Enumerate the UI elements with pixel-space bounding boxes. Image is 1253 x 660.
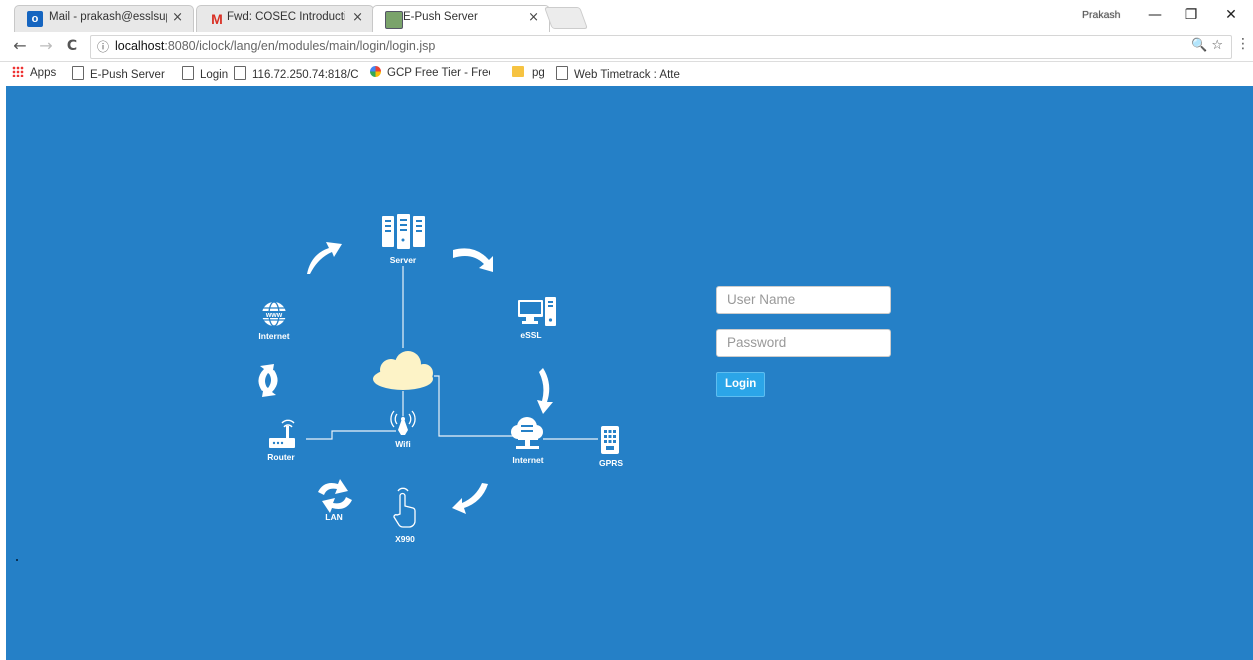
tab-title: Mail - prakash@esslsupp xyxy=(49,11,167,23)
bookmark-apps[interactable]: Apps xyxy=(12,66,56,79)
new-tab-button[interactable] xyxy=(543,7,589,29)
page-icon xyxy=(234,66,246,80)
keypad-icon xyxy=(601,426,619,454)
apps-grid-icon xyxy=(12,66,24,77)
internet-cloud-icon xyxy=(511,417,543,449)
lan-label: LAN xyxy=(325,512,342,522)
tab-close-icon[interactable]: × xyxy=(172,10,183,25)
forward-arrow-icon[interactable]: → xyxy=(36,36,56,56)
svg-text:www: www xyxy=(265,312,283,319)
network-diagram: Server eSSL www Internet Wifi Router Int… xyxy=(258,214,623,544)
arrow-icon xyxy=(307,242,342,274)
reload-icon[interactable]: C xyxy=(62,36,82,56)
info-icon[interactable]: ⓘ xyxy=(97,38,109,55)
fingerprint-touch-icon xyxy=(393,487,416,528)
lan-sync-icon xyxy=(318,479,352,513)
login-button[interactable]: Login xyxy=(716,372,766,397)
url-path: :8080/iclock/lang/en/modules/main/login/… xyxy=(164,39,436,53)
essl-label: eSSL xyxy=(520,330,541,340)
bookmark-ip[interactable]: 116.72.250.74:818/CC xyxy=(234,66,358,81)
profile-name[interactable]: Prakash xyxy=(1082,9,1121,21)
x990-label: X990 xyxy=(395,534,415,544)
computer-icon xyxy=(518,297,556,326)
tab-epush[interactable]: E-Push Server × xyxy=(372,5,550,33)
page-icon xyxy=(556,66,568,80)
back-arrow-icon[interactable]: ← xyxy=(10,36,30,56)
login-page: Server eSSL www Internet Wifi Router Int… xyxy=(6,86,1253,660)
folder-icon xyxy=(512,66,524,77)
tab-close-icon[interactable]: × xyxy=(528,10,539,25)
address-bar[interactable]: ⓘ localhost:8080/iclock/lang/en/modules/… xyxy=(90,35,1232,59)
wifi-label: Wifi xyxy=(395,439,411,449)
gmail-icon: M xyxy=(211,11,223,27)
menu-icon[interactable]: ⋮ xyxy=(1236,36,1250,52)
cloud-icon xyxy=(373,351,433,390)
stray-dot xyxy=(16,559,18,561)
zoom-bookmark-icons[interactable]: 🔍 ☆ xyxy=(1191,38,1223,53)
tab-strip: o Mail - prakash@esslsupp × M Fwd: COSEC… xyxy=(0,0,1253,33)
bookmark-login[interactable]: Login xyxy=(182,66,228,81)
arrow-icon xyxy=(452,483,488,514)
server-label: Server xyxy=(390,255,417,265)
arrow-icon xyxy=(453,248,493,272)
bookmark-pg[interactable]: pg xyxy=(512,66,545,79)
bookmark-epush[interactable]: E-Push Server xyxy=(72,66,165,81)
outlook-icon: o xyxy=(27,11,43,27)
internet-left-label: Internet xyxy=(258,331,289,341)
tab-gmail[interactable]: M Fwd: COSEC Introduction × xyxy=(196,5,374,32)
username-input[interactable]: User Name xyxy=(716,286,891,314)
url-host: localhost xyxy=(115,39,165,53)
arrow-icon xyxy=(537,368,553,414)
gcp-icon xyxy=(370,66,381,77)
page-icon xyxy=(72,66,84,80)
bookmarks-bar: Apps E-Push Server Login 116.72.250.74:8… xyxy=(0,62,1253,86)
bookmark-gcp[interactable]: GCP Free Tier - Free E xyxy=(370,66,490,79)
close-window-icon[interactable]: ✕ xyxy=(1218,5,1244,25)
login-form: User Name Password Login xyxy=(716,286,891,397)
connector-lines xyxy=(306,266,598,440)
tab-title: E-Push Server xyxy=(403,11,478,23)
navigation-bar: ← → C ⓘ localhost:8080/iclock/lang/en/mo… xyxy=(0,32,1253,62)
tab-mail[interactable]: o Mail - prakash@esslsupp × xyxy=(14,5,194,32)
password-input[interactable]: Password xyxy=(716,329,891,357)
globe-icon: www xyxy=(261,301,287,327)
gprs-label: GPRS xyxy=(599,458,623,468)
restore-icon[interactable]: ❐ xyxy=(1178,5,1204,25)
router-label: Router xyxy=(267,452,295,462)
minimize-icon[interactable]: — xyxy=(1142,5,1168,25)
url-text[interactable]: localhost:8080/iclock/lang/en/modules/ma… xyxy=(115,39,435,53)
internet-right-label: Internet xyxy=(512,455,543,465)
router-icon xyxy=(269,419,295,448)
tab-title: Fwd: COSEC Introduction xyxy=(227,11,345,23)
server-icon xyxy=(382,214,425,249)
tab-close-icon[interactable]: × xyxy=(352,10,363,25)
bookmark-timetrack[interactable]: Web Timetrack : Atte xyxy=(556,66,680,81)
page-icon xyxy=(182,66,194,80)
epush-icon xyxy=(385,11,403,29)
